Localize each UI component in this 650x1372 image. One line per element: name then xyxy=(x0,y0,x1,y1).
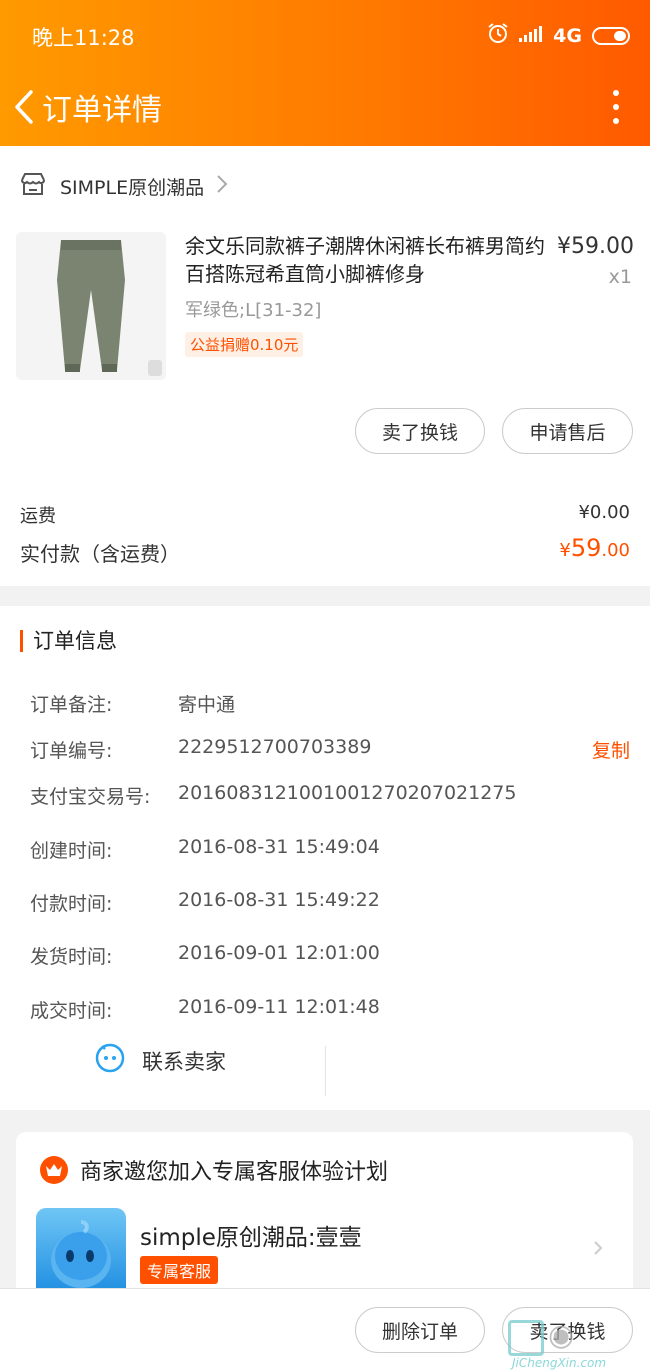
store-icon xyxy=(20,172,46,200)
chevron-right-icon xyxy=(216,174,228,198)
order-info-card: 订单信息 订单备注: 寄中通 订单编号: 2229512700703389 复制… xyxy=(0,606,650,1110)
shop-link[interactable]: SIMPLE原创潮品 xyxy=(20,166,228,206)
charity-badge: 公益捐赠0.10元 xyxy=(185,332,304,357)
more-menu-icon[interactable] xyxy=(612,90,620,124)
shipping-value: ¥0.00 xyxy=(578,502,630,523)
paid-label: 实付款（含运费） xyxy=(20,542,180,566)
shipping-label: 运费 xyxy=(20,506,56,527)
service-avatar xyxy=(36,1208,126,1298)
nav-bar: 订单详情 xyxy=(8,82,650,132)
bottom-action-bar: 删除订单 卖了换钱 ◉ JiChengXin.com xyxy=(0,1288,650,1372)
contact-seller-label: 联系卖家 xyxy=(142,1049,226,1074)
status-bar: 晚上11:28 4G xyxy=(32,22,630,50)
product-quantity: x1 xyxy=(608,266,632,288)
watermark: ◉ JiChengXin.com xyxy=(506,1316,646,1372)
signal-icon xyxy=(519,24,543,48)
battery-icon xyxy=(592,26,630,45)
paid-amount: ¥59.00 xyxy=(559,534,630,562)
product-image[interactable] xyxy=(16,232,166,380)
service-name: simple原创潮品:壹壹 xyxy=(140,1225,362,1251)
contact-seller-button[interactable]: 联系卖家 xyxy=(94,1042,226,1079)
page-title: 订单详情 xyxy=(42,93,162,128)
divider xyxy=(325,1046,326,1096)
invite-header: 商家邀您加入专属客服体验计划 xyxy=(40,1154,388,1186)
product-price: ¥59.00 xyxy=(557,234,634,259)
watermark-logo-icon xyxy=(508,1320,544,1356)
back-icon[interactable] xyxy=(8,85,40,129)
status-icons: 4G xyxy=(487,22,630,49)
watermark-url: JiChengXin.com xyxy=(512,1356,607,1370)
service-badge: 专属客服 xyxy=(140,1256,219,1284)
order-product-card: SIMPLE原创潮品 余文乐同款裤子潮牌休闲裤长布裤男简约百搭陈冠希直筒小脚裤修… xyxy=(0,146,650,586)
order-info-title: 订单信息 xyxy=(20,630,117,652)
copy-button[interactable]: 复制 xyxy=(592,736,630,763)
sell-button[interactable]: 卖了换钱 xyxy=(355,408,485,454)
product-sku: 军绿色;L[31-32] xyxy=(185,300,322,321)
crown-icon xyxy=(40,1156,68,1184)
after-sale-button[interactable]: 申请售后 xyxy=(502,408,633,454)
alarm-icon xyxy=(487,22,509,49)
status-time: 晚上11:28 xyxy=(32,26,135,50)
product-title[interactable]: 余文乐同款裤子潮牌休闲裤长布裤男简约百搭陈冠希直筒小脚裤修身 xyxy=(185,232,545,288)
chat-icon xyxy=(94,1042,126,1079)
chevron-right-icon xyxy=(593,1240,603,1260)
watermark-brand-icon: ◉ xyxy=(548,1318,575,1353)
shop-name: SIMPLE原创潮品 xyxy=(60,176,205,199)
order-number: 2229512700703389 xyxy=(178,736,372,758)
delete-order-button[interactable]: 删除订单 xyxy=(355,1307,485,1353)
header: 晚上11:28 4G 订单详情 xyxy=(0,0,650,146)
network-type: 4G xyxy=(553,24,582,47)
invite-text: 商家邀您加入专属客服体验计划 xyxy=(80,1160,389,1185)
